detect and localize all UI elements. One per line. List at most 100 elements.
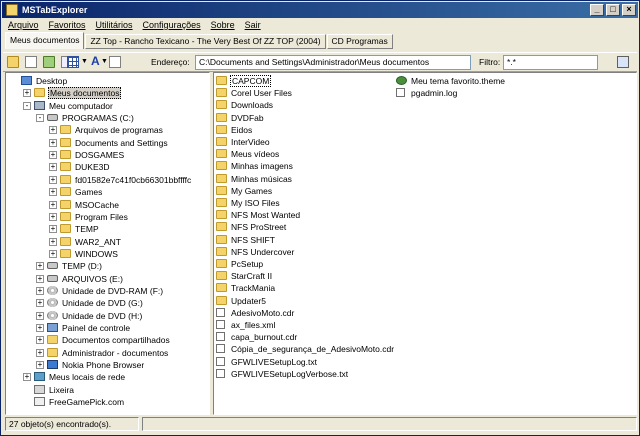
tree-item[interactable]: + MSOCache — [6, 199, 206, 211]
main-window: MSTabExplorer _ □ × Arquivo Favoritos Ut… — [0, 0, 640, 436]
new-page-icon[interactable] — [25, 56, 37, 68]
file-icon — [216, 332, 225, 342]
tree-item[interactable]: + Documentos compartilhados — [6, 334, 206, 346]
expand-icon[interactable]: + — [49, 138, 57, 147]
folder-icon — [60, 187, 71, 197]
tree-item[interactable]: FreeGamePick.com — [6, 396, 206, 408]
tab-meus-documentos[interactable]: Meus documentos — [5, 32, 85, 49]
tree-item-label: MSOCache — [75, 199, 119, 210]
tree-item[interactable]: Desktop — [6, 75, 206, 87]
tree-item[interactable]: + TEMP — [6, 223, 206, 235]
tree-item[interactable]: + Administrador - documentos — [6, 347, 206, 359]
expand-icon[interactable]: + — [49, 225, 57, 234]
font-dropdown-icon[interactable]: ▼ — [101, 58, 108, 65]
tree-item[interactable]: + Meus documentos — [6, 87, 206, 100]
control-panel-icon — [47, 323, 58, 332]
menu-configuracoes[interactable]: Configurações — [143, 18, 201, 33]
tree-item[interactable]: + Nokia Phone Browser — [6, 359, 206, 371]
menu-favoritos[interactable]: Favoritos — [49, 18, 86, 33]
expand-icon[interactable]: + — [49, 175, 57, 184]
expand-icon[interactable]: + — [23, 373, 31, 382]
file-list[interactable]: CAPCOM Corel User Files Downloads DVDFab Eid… — [213, 72, 637, 415]
tree-item[interactable]: + Arquivos de programas — [6, 124, 206, 136]
expand-icon[interactable]: + — [36, 311, 44, 320]
expand-icon[interactable]: + — [49, 163, 57, 172]
tree-item[interactable]: + Meus locais de rede — [6, 371, 206, 383]
tree-item[interactable]: - PROGRAMAS (C:) — [6, 112, 206, 124]
expand-icon[interactable]: + — [49, 212, 57, 221]
minimize-button[interactable]: _ — [590, 4, 604, 16]
expand-icon[interactable]: + — [36, 336, 44, 345]
menu-bar: Arquivo Favoritos Utilitários Configuraç… — [3, 18, 261, 33]
collapse-icon[interactable]: - — [36, 114, 44, 123]
address-input[interactable]: C:\Documents and Settings\Administrador\… — [195, 55, 471, 70]
expand-icon[interactable]: + — [36, 286, 44, 295]
folder-icon — [216, 185, 227, 195]
web-icon — [34, 397, 45, 407]
tree-item-label: Meu computador — [49, 100, 113, 111]
tree-item[interactable]: + fd01582e7c41f0cb66301bbffffc — [6, 174, 206, 186]
expand-icon[interactable]: + — [36, 348, 44, 357]
tree-item[interactable]: Lixeira — [6, 384, 206, 396]
go-icon[interactable] — [617, 56, 629, 68]
expand-icon[interactable]: + — [36, 361, 44, 370]
tree-item[interactable]: + Games — [6, 186, 206, 198]
theme-icon — [396, 76, 407, 85]
file-icon — [216, 344, 225, 354]
file-item-label: Updater5 — [231, 295, 266, 306]
expand-icon[interactable]: + — [49, 126, 57, 135]
tree-item[interactable]: - Meu computador — [6, 100, 206, 112]
tree-item[interactable]: + ARQUIVOS (E:) — [6, 273, 206, 285]
tab-zz-top[interactable]: ZZ Top - Rancho Texicano - The Very Best… — [85, 34, 326, 49]
menu-utilitarios[interactable]: Utilitários — [96, 18, 133, 33]
window-title: MSTabExplorer — [22, 5, 88, 15]
list-view-icon[interactable] — [109, 56, 121, 68]
font-icon[interactable]: A — [91, 54, 100, 68]
menu-sobre[interactable]: Sobre — [211, 18, 235, 33]
title-bar[interactable]: MSTabExplorer _ □ × — [2, 2, 638, 18]
expand-icon[interactable]: + — [49, 249, 57, 258]
menu-sair[interactable]: Sair — [245, 18, 261, 33]
folder-tree[interactable]: Desktop + Meus documentos - Meu computador - P… — [5, 72, 210, 415]
expand-icon[interactable]: + — [49, 151, 57, 160]
expand-icon[interactable]: + — [36, 299, 44, 308]
expand-icon[interactable]: + — [36, 262, 44, 271]
tree-item[interactable]: + Documents and Settings — [6, 137, 206, 149]
view-dropdown-icon[interactable]: ▼ — [81, 58, 88, 65]
address-label: Endereço: — [151, 57, 190, 67]
close-button[interactable]: × — [622, 4, 636, 16]
folder-up-icon[interactable] — [43, 56, 55, 68]
tree-item[interactable]: + Unidade de DVD (G:) — [6, 297, 206, 309]
expand-icon[interactable]: + — [49, 237, 57, 246]
filter-input[interactable]: *.* — [503, 55, 598, 70]
expand-icon[interactable]: + — [49, 188, 57, 197]
window-controls: _ □ × — [590, 4, 636, 16]
open-folder-icon[interactable] — [7, 56, 19, 68]
tree-item[interactable]: + Unidade de DVD (H:) — [6, 310, 206, 322]
expand-icon[interactable]: + — [23, 89, 31, 98]
view-grid-icon[interactable] — [67, 56, 79, 68]
file-icon — [216, 320, 225, 329]
folder-icon — [60, 162, 71, 172]
tree-item[interactable]: + Painel de controle — [6, 322, 206, 334]
folder-icon — [216, 173, 227, 183]
tree-item[interactable]: + WINDOWS — [6, 248, 206, 260]
tree-item-label: TEMP — [75, 224, 99, 235]
maximize-button[interactable]: □ — [606, 4, 620, 16]
menu-arquivo[interactable]: Arquivo — [8, 18, 39, 33]
folder-icon — [216, 198, 227, 207]
tree-item[interactable]: + TEMP (D:) — [6, 260, 206, 272]
toolbar: ▼ A ▼ Endereço: C:\Documents and Setting… — [3, 52, 637, 72]
tree-item[interactable]: + DUKE3D — [6, 161, 206, 173]
tree-item[interactable]: + DOSGAMES — [6, 149, 206, 161]
expand-icon[interactable]: + — [49, 200, 57, 209]
tree-item-label: Program Files — [75, 211, 128, 222]
collapse-icon[interactable]: - — [23, 101, 31, 110]
tree-item[interactable]: + WAR2_ANT — [6, 236, 206, 248]
expand-icon[interactable]: + — [36, 274, 44, 283]
expand-icon[interactable]: + — [36, 324, 44, 332]
file-item-label: Corel User Files — [231, 88, 292, 99]
tree-item[interactable]: + Unidade de DVD-RAM (F:) — [6, 285, 206, 297]
tab-cd-programas[interactable]: CD Programas — [326, 34, 393, 49]
tree-item[interactable]: + Program Files — [6, 211, 206, 223]
